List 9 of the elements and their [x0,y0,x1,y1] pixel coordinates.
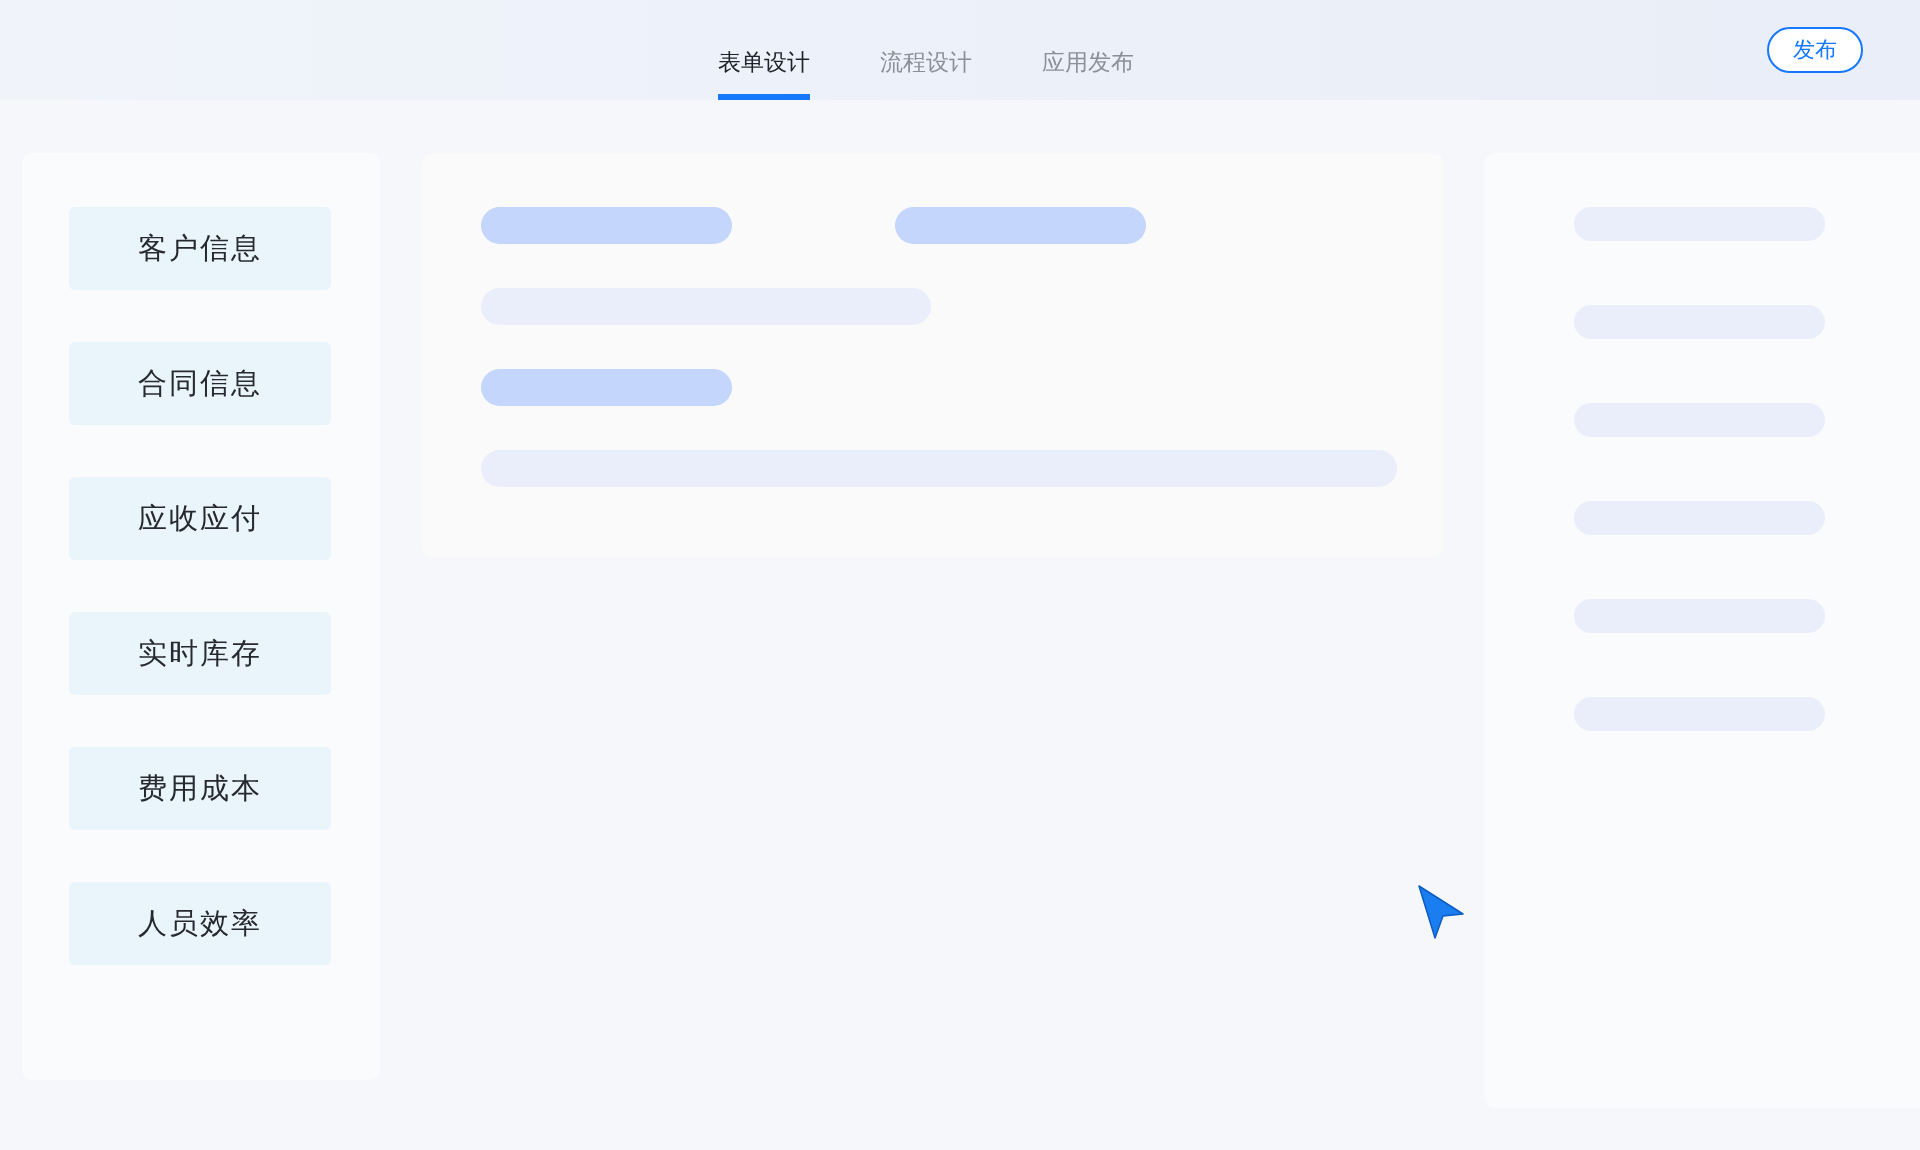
sidebar-item[interactable]: 人员效率 [69,882,331,965]
sidebar-item[interactable]: 实时库存 [69,612,331,695]
sidebar-item[interactable]: 应收应付 [69,477,331,560]
sidebar-item[interactable]: 客户信息 [69,207,331,290]
cursor-icon [1417,884,1465,940]
sidebar-item[interactable]: 合同信息 [69,342,331,425]
tab[interactable]: 表单设计 [718,0,810,100]
sidebar-item[interactable]: 费用成本 [69,747,331,830]
publish-button[interactable]: 发布 [1767,27,1863,73]
